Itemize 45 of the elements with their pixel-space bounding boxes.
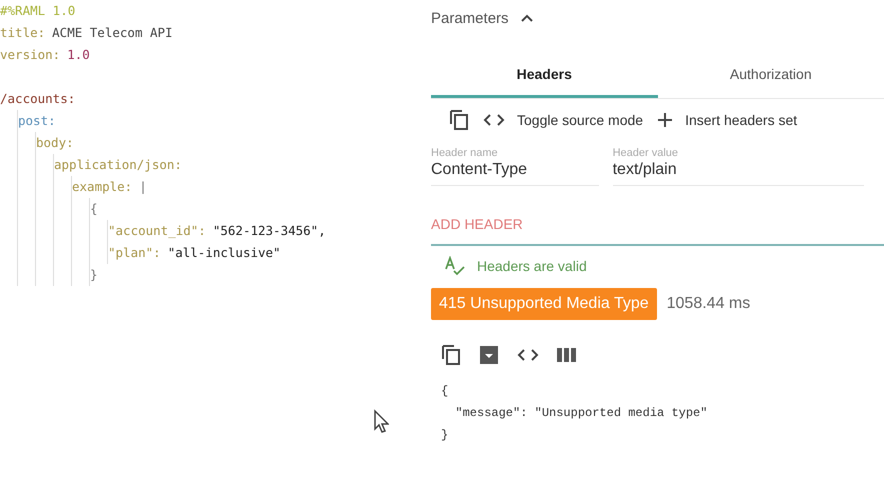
field-label: Header value	[612, 147, 680, 159]
copy-button[interactable]	[449, 109, 469, 131]
chevron-up-icon[interactable]	[520, 14, 533, 22]
code-token: |	[139, 178, 147, 196]
code-token: 1.0	[67, 46, 90, 64]
code-token: body:	[36, 134, 74, 152]
download-button[interactable]	[479, 345, 499, 365]
toggle-button[interactable]: Toggle source mode	[483, 112, 644, 128]
code-token: }	[90, 266, 98, 284]
spellcheck-icon	[445, 256, 465, 276]
code-token: application/json:	[54, 156, 182, 174]
code-token: "plan":	[108, 244, 161, 262]
code-token: #%RAML 1.0	[0, 2, 76, 20]
mouse-pointer-icon	[373, 409, 389, 433]
plus-icon	[657, 112, 674, 128]
code-button[interactable]	[517, 348, 539, 362]
response-line: "message": "Unsupported media type"	[454, 405, 708, 422]
copy-button[interactable]	[441, 344, 461, 366]
response-line: }	[441, 427, 450, 444]
code-icon	[483, 113, 505, 127]
code-token: "account_id":	[108, 222, 206, 240]
code-icon	[517, 348, 539, 362]
response-time: 1058.44 ms	[666, 295, 750, 313]
field-label: Header name	[431, 147, 499, 159]
panel-title: Parameters	[431, 10, 509, 26]
copy-icon	[441, 344, 461, 366]
code-token: "all-inclusive"	[168, 244, 281, 262]
code-token: version:	[0, 46, 60, 64]
code-token: example:	[72, 178, 132, 196]
code-token: ACME Telecom API	[52, 24, 173, 42]
insert-button[interactable]: Insert headers set	[657, 112, 798, 128]
columns-icon	[557, 347, 577, 363]
code-token: post:	[18, 112, 56, 130]
tab[interactable]: Authorization	[658, 52, 884, 98]
code-token: /accounts:	[0, 90, 76, 108]
code-token: {	[90, 200, 98, 218]
copy-icon	[449, 109, 469, 131]
tab[interactable]: Headers	[431, 52, 658, 98]
download-icon	[479, 345, 499, 365]
columns-button[interactable]	[557, 347, 577, 363]
response-line: {	[441, 383, 450, 400]
validation-message: Headers are valid	[477, 258, 587, 274]
status-label: 415 Unsupported Media Type	[431, 288, 657, 320]
code-token: title:	[0, 24, 46, 42]
code-token: "562-123-3456",	[212, 222, 326, 240]
